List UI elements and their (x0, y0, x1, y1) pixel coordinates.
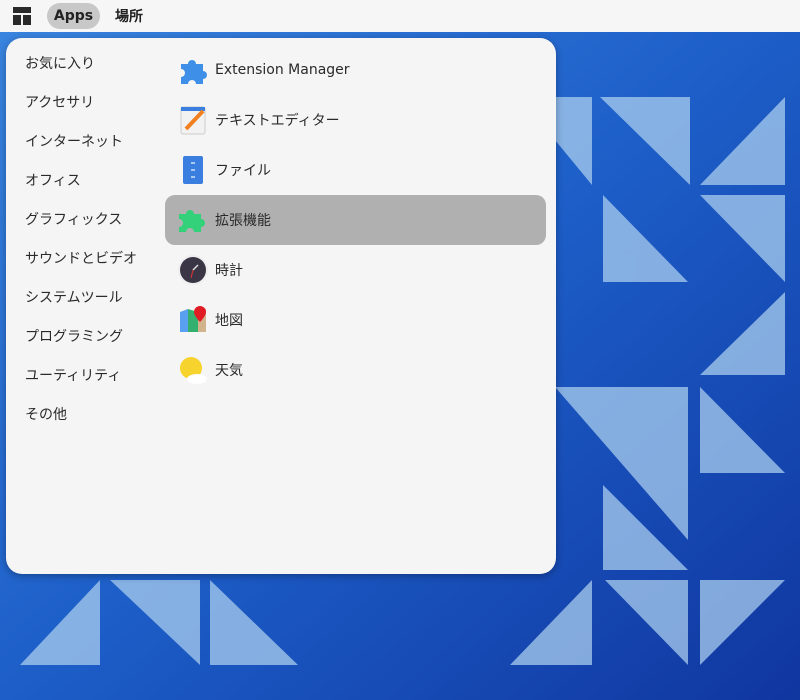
category-graphics[interactable]: グラフィックス (25, 208, 122, 232)
app-clocks[interactable]: 時計 (165, 245, 546, 295)
app-files[interactable]: ファイル (165, 145, 546, 195)
clock-icon (178, 255, 208, 285)
app-label: 天気 (215, 363, 243, 379)
category-programming[interactable]: プログラミング (25, 325, 123, 349)
app-label: 拡張機能 (215, 213, 271, 229)
category-accessories[interactable]: アクセサリ (25, 91, 94, 115)
category-sound-video[interactable]: サウンドとビデオ (25, 247, 137, 271)
maps-icon (180, 306, 206, 332)
app-extension-manager[interactable]: Extension Manager (165, 45, 546, 95)
top-bar: Apps 場所 (0, 0, 800, 32)
apps-menu-panel: お気に入り アクセサリ インターネット オフィス グラフィックス サウンドとビデ… (6, 38, 556, 574)
app-weather[interactable]: 天気 (165, 345, 546, 395)
app-label: ファイル (215, 163, 271, 179)
app-maps[interactable]: 地図 (165, 295, 546, 345)
weather-icon (180, 357, 207, 384)
text-editor-icon (180, 106, 206, 135)
app-extensions[interactable]: 拡張機能 (165, 195, 546, 245)
app-label: テキストエディター (215, 113, 340, 129)
category-favorites[interactable]: お気に入り (25, 52, 95, 76)
category-system-tools[interactable]: システムツール (25, 286, 123, 310)
places-menu-button[interactable]: 場所 (115, 3, 143, 29)
files-icon (183, 156, 203, 184)
category-utilities[interactable]: ユーティリティ (25, 364, 121, 388)
puzzle-green-icon (179, 210, 205, 232)
category-office[interactable]: オフィス (25, 169, 81, 193)
category-other[interactable]: その他 (25, 403, 67, 427)
apps-menu-button[interactable]: Apps (47, 3, 100, 29)
puzzle-blue-icon (181, 60, 207, 84)
app-label: 地図 (215, 313, 243, 329)
category-internet[interactable]: インターネット (25, 130, 123, 154)
layout-icon[interactable] (13, 7, 31, 25)
app-text-editor[interactable]: テキストエディター (165, 95, 546, 145)
app-label: 時計 (215, 263, 243, 279)
app-label: Extension Manager (215, 62, 350, 78)
